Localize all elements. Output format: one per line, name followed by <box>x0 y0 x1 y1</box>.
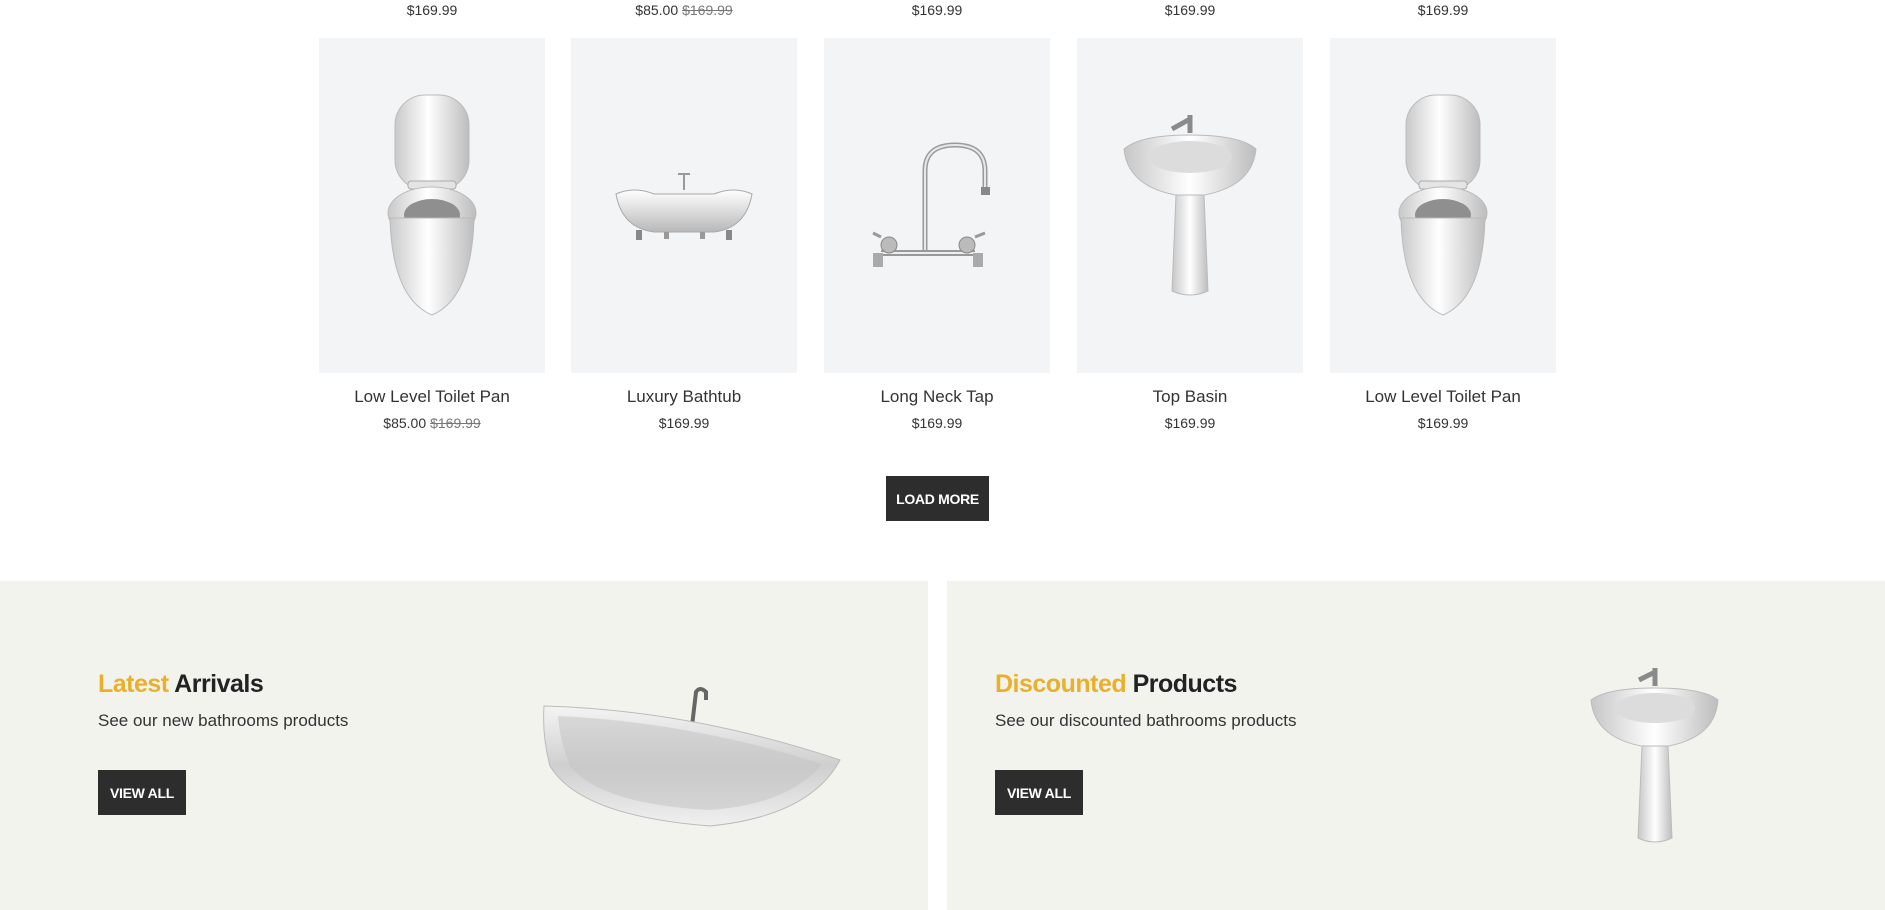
product-image[interactable] <box>1077 38 1303 373</box>
product-price: $169.99 <box>824 415 1050 431</box>
product-price: $169.99 <box>1077 415 1303 431</box>
product-name[interactable]: Low Level Toilet Pan <box>1330 387 1556 407</box>
price-current: $169.99 <box>911 415 963 431</box>
price-current: $169.99 <box>1164 415 1216 431</box>
banner-title: Latest Arrivals <box>98 670 264 699</box>
product-price: $169.99 <box>571 415 797 431</box>
product-name[interactable]: Top Basin <box>1077 387 1303 407</box>
product-card[interactable]: Top Basin $169.99 <box>1077 38 1303 431</box>
product-price: $169.99 <box>1330 415 1556 431</box>
product-card[interactable]: Low Level Toilet Pan $169.99 <box>1330 38 1556 431</box>
product-name[interactable]: Luxury Bathtub <box>571 387 797 407</box>
price-old: $169.99 <box>430 415 481 431</box>
load-more-button[interactable]: LOAD MORE <box>886 476 989 521</box>
latest-arrivals-banner: Latest Arrivals See our new bathrooms pr… <box>0 581 928 910</box>
view-all-button[interactable]: VIEW ALL <box>98 770 186 815</box>
price-current: $169.99 <box>911 2 963 18</box>
product-card[interactable]: Low Level Toilet Pan $85.00 $169.99 <box>319 38 545 431</box>
tap-image <box>872 141 990 267</box>
banner-subtitle: See our new bathrooms products <box>98 711 349 730</box>
product-price: $169.99 <box>319 2 545 18</box>
product-price: $169.99 <box>1077 2 1303 18</box>
banner-title: Discounted Products <box>995 670 1237 699</box>
price-old: $169.99 <box>682 2 733 18</box>
view-all-button[interactable]: VIEW ALL <box>995 770 1083 815</box>
price-current: $85.00 <box>635 2 679 18</box>
product-price: $85.00 $169.99 <box>571 2 797 18</box>
product-name[interactable]: Long Neck Tap <box>824 387 1050 407</box>
basin-image <box>1590 668 1719 843</box>
previous-product-row: $169.99 $85.00 $169.99 $169.99 $169.99 $1… <box>0 0 1885 24</box>
discounted-products-banner: Discounted Products See our discounted b… <box>947 581 1885 910</box>
price-current: $169.99 <box>406 2 458 18</box>
bathtub-image <box>543 687 841 827</box>
product-card[interactable]: Luxury Bathtub $169.99 <box>571 38 797 431</box>
product-price: $85.00 $169.99 <box>319 415 545 431</box>
product-card[interactable]: Long Neck Tap $169.99 <box>824 38 1050 431</box>
toilet-image <box>387 94 477 316</box>
price-current: $85.00 <box>383 415 427 431</box>
price-current: $169.99 <box>1417 415 1469 431</box>
price-current: $169.99 <box>1417 2 1469 18</box>
bathtub-image <box>615 172 753 240</box>
product-image[interactable] <box>1330 38 1556 373</box>
banner-title-rest: Arrivals <box>168 670 264 698</box>
product-name[interactable]: Low Level Toilet Pan <box>319 387 545 407</box>
banner-title-accent: Latest <box>98 670 169 698</box>
product-price: $169.99 <box>824 2 1050 18</box>
banner-subtitle: See our discounted bathrooms products <box>995 711 1297 730</box>
product-image[interactable] <box>319 38 545 373</box>
product-price: $169.99 <box>1330 2 1556 18</box>
basin-image <box>1123 115 1257 296</box>
price-current: $169.99 <box>658 415 710 431</box>
toilet-image <box>1398 94 1488 316</box>
banner-title-accent: Discounted <box>995 670 1127 698</box>
price-current: $169.99 <box>1164 2 1216 18</box>
product-image[interactable] <box>571 38 797 373</box>
product-image[interactable] <box>824 38 1050 373</box>
banner-title-rest: Products <box>1126 670 1238 698</box>
